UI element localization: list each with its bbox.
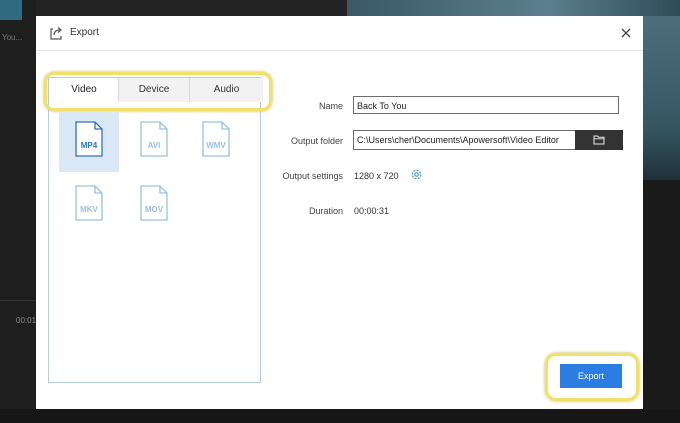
folder-open-icon [593,135,605,145]
tabs-highlight-annotation [44,72,272,111]
background-toolbar [36,0,347,16]
format-mkv[interactable]: MKV [59,176,119,236]
format-avi[interactable]: AVI [124,112,184,172]
export-highlight-annotation [545,353,639,401]
background-timeline-bottom [0,409,680,423]
format-label: MP4 [80,141,98,150]
background-timecode: 00:01 [16,316,37,325]
file-icon [140,185,168,221]
format-mp4[interactable]: MP4 [59,112,119,172]
file-icon [75,121,103,157]
gear-icon[interactable] [410,168,423,181]
file-icon [75,185,103,221]
browse-folder-button[interactable] [575,130,623,150]
output-folder-field[interactable]: C:\Users\cher\Documents\Apowersoft\Video… [353,130,575,150]
export-dialog: Export Video Device Audio MP4 AVI WMV MK… [36,16,643,409]
background-right-panel [643,180,680,423]
format-label: WMV [206,141,226,150]
duration-label: Duration [308,206,343,216]
name-field[interactable]: Back To You [353,96,619,114]
file-icon [140,121,168,157]
dialog-titlebar: Export [36,16,643,51]
format-mov[interactable]: MOV [124,176,184,236]
duration-value: 00:00:31 [354,206,390,216]
background-left-panel [0,0,36,423]
export-share-icon [50,27,62,40]
format-label: MKV [80,205,98,214]
format-label: MOV [144,205,164,214]
output-settings-value: 1280 x 720 [354,171,399,181]
output-folder-label: Output folder [290,136,343,146]
name-label: Name [318,101,343,111]
close-icon[interactable] [619,26,633,40]
background-preview [347,0,680,16]
format-wmv[interactable]: WMV [186,112,246,172]
background-media-label: You... [2,33,23,42]
background-preview-right [643,16,680,180]
background-media-thumbnail [0,0,22,20]
output-settings-label: Output settings [282,171,343,181]
background-timeline-ruler [0,300,36,301]
dialog-title: Export [70,27,99,38]
file-icon [202,121,230,157]
format-label: AVI [147,141,161,150]
